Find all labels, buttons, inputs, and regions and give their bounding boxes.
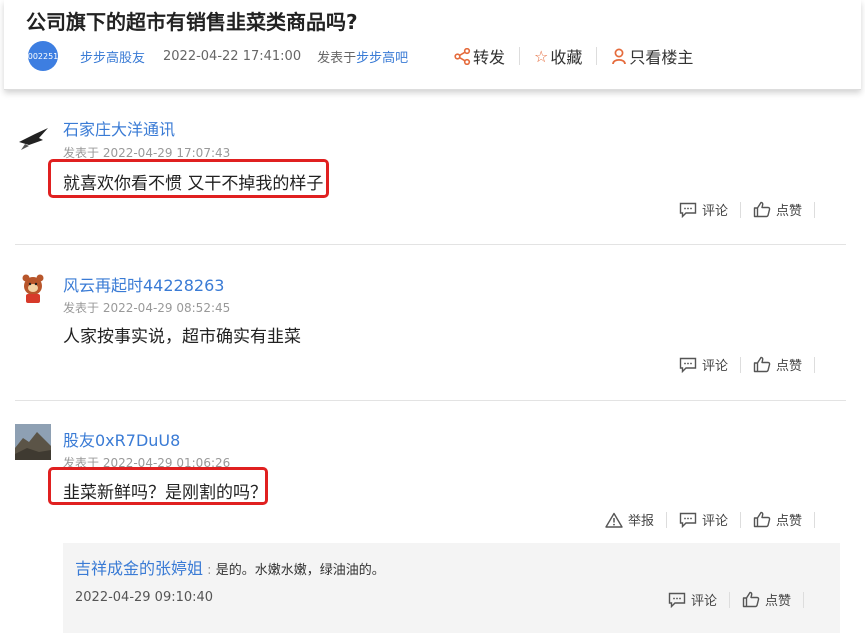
divider xyxy=(739,201,741,218)
highlight-box xyxy=(48,467,268,505)
thumbs-up-icon xyxy=(753,356,771,373)
comment-button[interactable]: 评论 xyxy=(679,355,728,374)
post-title: 公司旗下的超市有销售韭菜类商品吗? xyxy=(26,10,358,34)
cartoon-avatar-icon[interactable] xyxy=(15,270,51,306)
posted-in-label: 发表于 xyxy=(317,50,357,66)
like-label: 点赞 xyxy=(775,514,802,529)
share-button[interactable]: 转发 xyxy=(454,44,505,68)
warning-icon xyxy=(605,512,623,528)
divider xyxy=(739,511,741,528)
like-button[interactable]: 点赞 xyxy=(753,510,802,529)
like-label: 点赞 xyxy=(775,204,802,219)
comment-icon xyxy=(679,512,697,528)
like-button[interactable]: 点赞 xyxy=(742,590,791,609)
divider xyxy=(814,511,815,528)
reply-time: 2022-04-29 09:10:40 xyxy=(75,590,214,605)
post-time: 2022-04-22 17:41:00 xyxy=(163,48,302,64)
comment-actions: 评论 点赞 xyxy=(679,355,827,374)
divider xyxy=(814,356,815,373)
comment-icon xyxy=(668,592,686,608)
commenter-name[interactable]: 股友0xR7DuU8 xyxy=(63,427,180,451)
thumbs-up-icon xyxy=(742,591,760,608)
thumbs-up-icon xyxy=(753,511,771,528)
divider xyxy=(728,591,730,608)
divider xyxy=(665,511,667,528)
like-button[interactable]: 点赞 xyxy=(753,355,802,374)
divider xyxy=(596,47,598,65)
post-header: 公司旗下的超市有销售韭菜类商品吗? 002251 步步高股友 2022-04-2… xyxy=(4,0,861,90)
reply-content: 吉祥成金的张婷姐 : 是的。水嫩水嫩，绿油油的。 xyxy=(75,555,385,579)
reply-text: 是的。水嫩水嫩，绿油油的。 xyxy=(215,563,385,578)
report-button[interactable]: 举报 xyxy=(605,510,654,529)
report-label: 举报 xyxy=(627,514,654,529)
reply-separator: : xyxy=(207,563,212,578)
comment-label: 评论 xyxy=(701,514,728,529)
post-meta: 002251 步步高股友 2022-04-22 17:41:00 发表于 步步高… xyxy=(28,41,408,71)
divider xyxy=(739,356,741,373)
like-label: 点赞 xyxy=(764,594,791,609)
comment-body: 人家按事实说，超市确实有韭菜 xyxy=(63,327,301,347)
divider xyxy=(803,591,804,608)
star-icon: ☆ xyxy=(534,46,549,66)
comment-button[interactable]: 评论 xyxy=(679,510,728,529)
comment-icon xyxy=(679,357,697,373)
like-label: 点赞 xyxy=(775,359,802,374)
comment-button[interactable]: 评论 xyxy=(679,200,728,219)
comment-time: 发表于 2022-04-29 08:52:45 xyxy=(63,301,231,315)
favorite-label: 收藏 xyxy=(550,48,583,67)
comment-divider xyxy=(15,400,846,401)
comment-actions: 评论 点赞 xyxy=(679,200,827,219)
favorite-button[interactable]: ☆ 收藏 xyxy=(534,44,582,68)
divider xyxy=(519,47,521,65)
reply-actions: 评论 点赞 xyxy=(668,590,816,609)
author-link[interactable]: 步步高股友 xyxy=(80,47,145,66)
post-actions: 转发 ☆ 收藏 只看楼主 xyxy=(454,44,693,68)
highlight-box xyxy=(48,159,329,198)
share-label: 转发 xyxy=(473,48,506,67)
reply-author-link[interactable]: 吉祥成金的张婷姐 xyxy=(75,559,203,578)
divider xyxy=(814,201,815,218)
only-op-button[interactable]: 只看楼主 xyxy=(611,44,693,68)
forum-link[interactable]: 步步高吧 xyxy=(356,47,408,66)
comment-actions: 举报 评论 点赞 xyxy=(605,510,827,529)
commenter-name[interactable]: 石家庄大洋通讯 xyxy=(63,116,175,140)
like-button[interactable]: 点赞 xyxy=(753,200,802,219)
share-icon xyxy=(454,47,471,65)
landscape-avatar-icon[interactable] xyxy=(15,424,51,460)
comment-label: 评论 xyxy=(701,359,728,374)
author-avatar[interactable]: 002251 xyxy=(28,41,58,71)
commenter-name[interactable]: 风云再起时44228263 xyxy=(63,272,224,296)
reply-item: 吉祥成金的张婷姐 : 是的。水嫩水嫩，绿油油的。 2022-04-29 09:1… xyxy=(63,543,840,633)
comment-label: 评论 xyxy=(701,204,728,219)
thumbs-up-icon xyxy=(753,201,771,218)
comment-label: 评论 xyxy=(690,594,717,609)
user-icon xyxy=(612,48,627,64)
comment-divider xyxy=(15,244,846,245)
comment-icon xyxy=(679,202,697,218)
only-op-label: 只看楼主 xyxy=(629,48,694,67)
bird-avatar-icon[interactable] xyxy=(15,120,51,156)
comment-button[interactable]: 评论 xyxy=(668,590,717,609)
